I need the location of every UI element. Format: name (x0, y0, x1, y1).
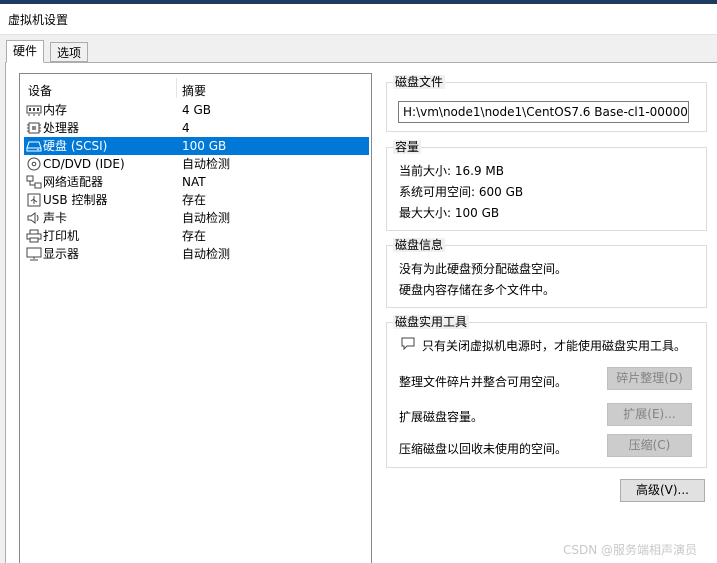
device-row-hard-disk[interactable]: 硬盘 (SCSI) 100 GB (24, 137, 369, 155)
defragment-button[interactable]: 碎片整理(D) (607, 367, 692, 390)
capacity-group-title: 容量 (393, 140, 422, 154)
compact-description: 压缩磁盘以回收未使用的空间。 (399, 442, 568, 456)
hard-disk-icon (26, 141, 42, 152)
device-name: 内存 (43, 103, 68, 117)
device-row-network-adapter[interactable]: 网络适配器 NAT (24, 173, 369, 191)
device-summary: 自动检测 (182, 157, 231, 171)
disk-info-line-1: 没有为此硬盘预分配磁盘空间。 (399, 262, 568, 276)
compact-button[interactable]: 压缩(C) (607, 434, 692, 457)
expand-button[interactable]: 扩展(E)... (607, 403, 692, 426)
disk-info-group-title: 磁盘信息 (393, 238, 446, 252)
csdn-watermark: CSDN @服务端相声演员 (563, 543, 698, 557)
device-name: USB 控制器 (43, 193, 108, 207)
capacity-group: 容量 当前大小: 16.9 MB 系统可用空间: 600 GB 最大大小: 10… (386, 140, 707, 231)
device-list[interactable]: 设备 摘要 内存 4 GB 处理器 4 硬盘 (SCSI) 100 GB CD/… (19, 73, 372, 563)
memory-icon (26, 105, 42, 116)
tab-hardware[interactable]: 硬件 (6, 40, 45, 63)
disk-file-group: 磁盘文件 H:\vm\node1\node1\CentOS7.6 Base-cl… (386, 75, 707, 132)
advanced-button[interactable]: 高级(V)... (620, 479, 705, 502)
max-size-text: 最大大小: 100 GB (399, 206, 500, 220)
device-name: 显示器 (43, 247, 80, 261)
device-summary: NAT (182, 175, 206, 189)
cd-dvd-icon (27, 157, 41, 171)
column-header-summary[interactable]: 摘要 (182, 82, 206, 99)
device-row-cd-dvd[interactable]: CD/DVD (IDE) 自动检测 (24, 155, 369, 173)
disk-file-path-field[interactable]: H:\vm\node1\node1\CentOS7.6 Base-cl1-000… (398, 101, 689, 123)
device-row-display[interactable]: 显示器 自动检测 (24, 245, 369, 263)
display-icon (26, 247, 42, 261)
window-title: 虚拟机设置 (8, 13, 69, 27)
network-adapter-icon (26, 175, 42, 189)
device-summary: 4 GB (182, 103, 211, 117)
usb-controller-icon (27, 193, 41, 207)
system-free-space-text: 系统可用空间: 600 GB (399, 185, 524, 199)
device-row-sound-card[interactable]: 声卡 自动检测 (24, 209, 369, 227)
device-summary: 存在 (182, 193, 207, 207)
device-summary: 4 (182, 121, 190, 135)
disk-utilities-group: 磁盘实用工具 只有关闭虚拟机电源时，才能使用磁盘实用工具。 整理文件碎片并整合可… (386, 315, 707, 468)
device-name: 打印机 (43, 229, 80, 243)
sound-card-icon (27, 212, 39, 224)
device-name: 声卡 (43, 211, 68, 225)
device-row-processor[interactable]: 处理器 4 (24, 119, 369, 137)
processor-icon (27, 122, 41, 134)
column-separator[interactable] (176, 78, 177, 98)
device-summary: 存在 (182, 229, 207, 243)
tab-options[interactable]: 选项 (50, 42, 89, 62)
title-bar[interactable]: 虚拟机设置 (0, 4, 717, 35)
disk-file-group-title: 磁盘文件 (393, 75, 446, 89)
device-summary: 自动检测 (182, 247, 231, 261)
utilities-notice-text: 只有关闭虚拟机电源时，才能使用磁盘实用工具。 (422, 339, 687, 353)
device-name: 处理器 (43, 121, 80, 135)
device-row-memory[interactable]: 内存 4 GB (24, 101, 369, 119)
defrag-description: 整理文件碎片并整合可用空间。 (399, 375, 568, 389)
device-name: 网络适配器 (43, 175, 104, 189)
device-name: CD/DVD (IDE) (43, 157, 125, 171)
expand-description: 扩展磁盘容量。 (399, 410, 484, 424)
device-row-printer[interactable]: 打印机 存在 (24, 227, 369, 245)
disk-utilities-group-title: 磁盘实用工具 (393, 315, 470, 329)
device-summary: 自动检测 (182, 211, 231, 225)
device-row-usb-controller[interactable]: USB 控制器 存在 (24, 191, 369, 209)
info-notice-icon (401, 337, 415, 350)
disk-info-line-2: 硬盘内容存储在多个文件中。 (399, 283, 556, 297)
current-size-text: 当前大小: 16.9 MB (399, 164, 504, 178)
device-summary: 100 GB (182, 139, 227, 153)
device-name: 硬盘 (SCSI) (43, 139, 108, 153)
printer-icon (26, 229, 42, 243)
disk-info-group: 磁盘信息 没有为此硬盘预分配磁盘空间。 硬盘内容存储在多个文件中。 (386, 238, 707, 308)
column-header-device[interactable]: 设备 (28, 82, 52, 99)
